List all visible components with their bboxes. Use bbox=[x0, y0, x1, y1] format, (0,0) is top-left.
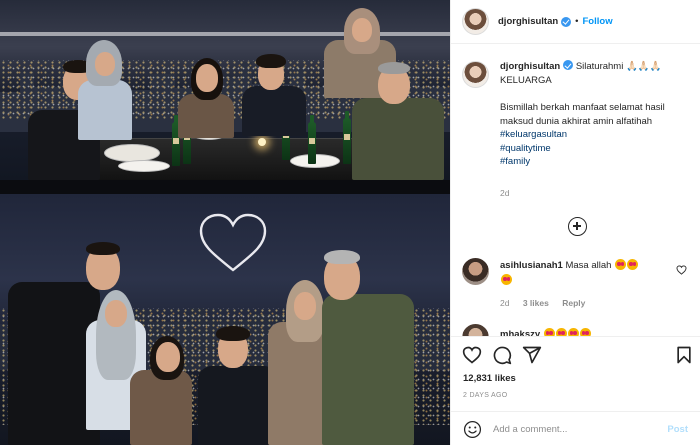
heart-doodle-icon bbox=[199, 213, 267, 272]
author-avatar[interactable] bbox=[462, 8, 489, 35]
share-icon[interactable] bbox=[522, 345, 542, 365]
comment-item-partial: mhakszy bbox=[462, 324, 694, 336]
header-separator: • bbox=[575, 16, 579, 27]
photo-divider bbox=[0, 180, 450, 194]
photo-top-dinner-scene bbox=[0, 0, 450, 180]
hashtag-link[interactable]: #qualitytime bbox=[500, 142, 694, 156]
bottle bbox=[343, 111, 351, 164]
caption-author-avatar[interactable] bbox=[462, 61, 489, 88]
comment-likes[interactable]: 3 likes bbox=[523, 298, 549, 308]
post-timestamp[interactable]: 2 DAYS AGO bbox=[463, 392, 508, 399]
photo-bottom-group-scene bbox=[0, 194, 450, 445]
hashtag-link[interactable]: #keluargasultan bbox=[500, 128, 694, 142]
hashtag-link[interactable]: #family bbox=[500, 155, 694, 169]
balcony-rail bbox=[0, 32, 450, 36]
candle bbox=[258, 138, 266, 146]
comment-like-heart-icon[interactable] bbox=[676, 265, 687, 275]
comment-timestamp[interactable]: 2d bbox=[500, 298, 509, 308]
reply-button[interactable]: Reply bbox=[562, 298, 585, 308]
heart-eyes-emoji-icon bbox=[501, 274, 512, 285]
commenter-username[interactable]: mhakszy bbox=[500, 329, 540, 336]
post-side-panel: djorghisultan • Follow djorghisultan Sil… bbox=[450, 0, 700, 445]
commenter-avatar[interactable] bbox=[462, 258, 489, 285]
post-caption: djorghisultan Silaturahmi 🙏🏻🙏🏻🙏🏻 KELUARG… bbox=[462, 60, 694, 169]
heart-eyes-emoji-icon bbox=[579, 328, 591, 336]
add-comment-bar: Add a comment... Post bbox=[451, 411, 700, 445]
comment-icon[interactable] bbox=[492, 345, 512, 365]
instagram-post-view: djorghisultan • Follow djorghisultan Sil… bbox=[0, 0, 700, 445]
commenter-username[interactable]: asihlusianah1 bbox=[500, 260, 563, 271]
commenter-avatar[interactable] bbox=[462, 324, 489, 336]
comment-item: asihlusianah1 Masa allah 2d 3 likes Repl… bbox=[462, 258, 694, 308]
heart-eyes-emoji-icon bbox=[567, 328, 579, 336]
post-photo[interactable] bbox=[0, 0, 450, 445]
comment-message: Masa allah bbox=[565, 260, 612, 271]
caption-text: djorghisultan Silaturahmi 🙏🏻🙏🏻🙏🏻 KELUARG… bbox=[500, 60, 694, 169]
napkin bbox=[118, 160, 170, 172]
smiley-icon[interactable] bbox=[463, 420, 482, 439]
post-header: djorghisultan • Follow bbox=[451, 0, 700, 44]
post-comment-button[interactable]: Post bbox=[667, 424, 688, 435]
post-actions: 12,831 likes 2 DAYS AGO Add a comment...… bbox=[451, 336, 700, 445]
follow-button[interactable]: Follow bbox=[583, 16, 613, 27]
bottle bbox=[308, 115, 316, 164]
heart-eyes-emoji-icon bbox=[615, 259, 627, 270]
caption-timestamp[interactable]: 2d bbox=[500, 188, 509, 198]
likes-count[interactable]: 12,831 likes bbox=[463, 373, 516, 384]
caption-username[interactable]: djorghisultan bbox=[500, 61, 560, 72]
comment-text: asihlusianah1 Masa allah bbox=[500, 258, 670, 288]
action-icon-bar bbox=[462, 345, 694, 367]
comment-text: mhakszy bbox=[500, 327, 670, 336]
heart-eyes-emoji-icon bbox=[627, 259, 639, 270]
comment-input[interactable]: Add a comment... bbox=[493, 424, 667, 435]
comment-meta: 2d 3 likes Reply bbox=[500, 298, 596, 308]
plus-circle-icon[interactable] bbox=[568, 217, 587, 236]
verified-badge-icon bbox=[563, 60, 574, 70]
verified-badge-icon bbox=[561, 16, 572, 27]
author-username[interactable]: djorghisultan bbox=[498, 16, 558, 27]
heart-icon[interactable] bbox=[462, 345, 482, 365]
caption-body: Bismillah berkah manfaat selamat hasil m… bbox=[500, 102, 665, 127]
bookmark-icon[interactable] bbox=[674, 345, 694, 365]
heart-eyes-emoji-icon bbox=[543, 328, 555, 336]
heart-eyes-emoji-icon bbox=[555, 328, 567, 336]
